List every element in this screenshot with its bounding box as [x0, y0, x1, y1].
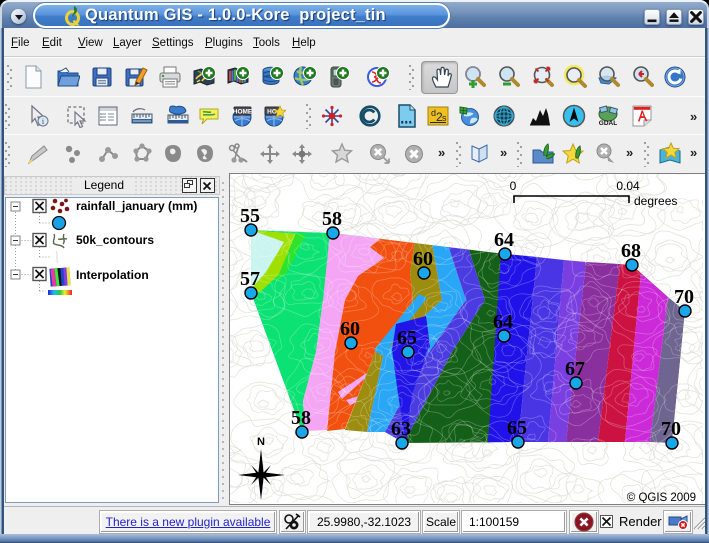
- svg-text:Interpolation: Interpolation: [76, 268, 149, 282]
- svg-text:0.04: 0.04: [616, 179, 640, 193]
- svg-text:0: 0: [510, 179, 517, 193]
- svg-text:s: s: [442, 113, 447, 123]
- svg-text:50k_contours: 50k_contours: [76, 233, 154, 247]
- svg-text:© QGIS 2009: © QGIS 2009: [627, 492, 696, 503]
- svg-text:degrees: degrees: [634, 194, 677, 208]
- svg-text:N: N: [257, 436, 265, 448]
- svg-text:HOME: HOME: [233, 108, 253, 115]
- svg-text:GDAL: GDAL: [599, 120, 617, 127]
- svg-text:rainfall_january (mm): rainfall_january (mm): [76, 199, 197, 213]
